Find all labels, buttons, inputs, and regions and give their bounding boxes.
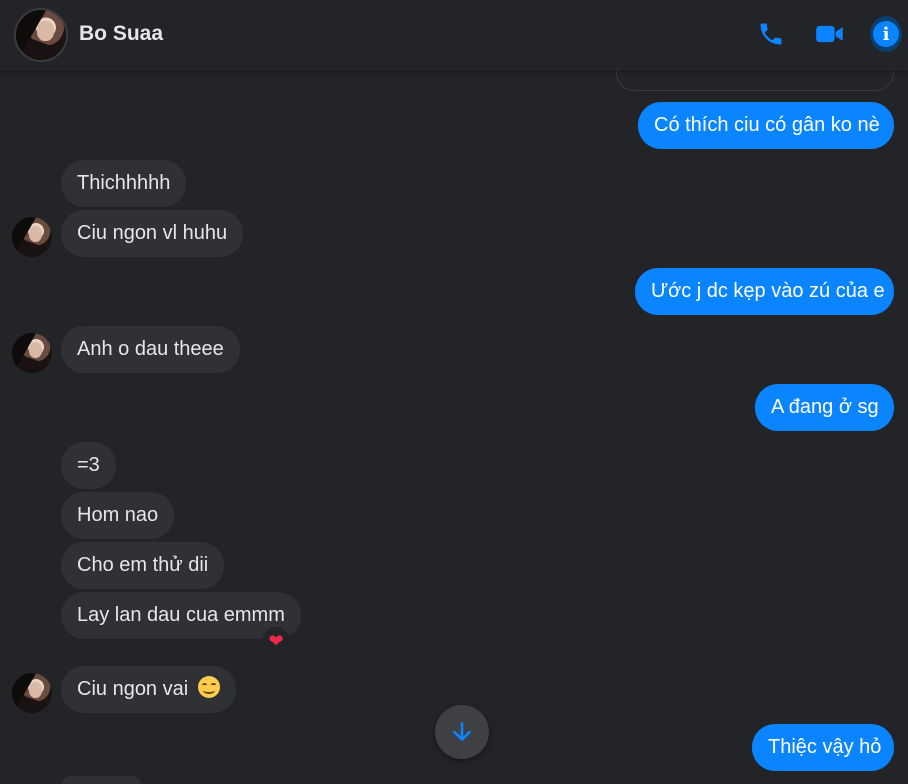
heart-reaction-icon[interactable]: ❤ [262, 627, 290, 655]
contact-avatar-small[interactable] [12, 217, 52, 257]
phone-icon[interactable] [755, 16, 787, 52]
message-bubble-incoming[interactable]: Thichhhhh [61, 160, 187, 207]
smiling-face-icon [197, 676, 220, 698]
video-camera-icon[interactable] [814, 16, 846, 52]
info-icon[interactable]: i [870, 16, 902, 52]
contact-avatar-small[interactable] [12, 333, 52, 373]
message-bubble-outgoing[interactable]: Có thích ciu có gân ko nè [638, 102, 894, 149]
message-bubble-incoming[interactable]: =3 [61, 442, 116, 489]
scroll-to-bottom-button[interactable] [435, 705, 489, 759]
chat-header: Bo Suaa i [0, 0, 908, 70]
contact-avatar[interactable] [14, 8, 68, 62]
message-text: Ciu ngon vai [77, 678, 189, 700]
message-bubble-incoming[interactable]: Cho em thử dii [61, 542, 225, 589]
message-bubble-incoming[interactable]: Hom nao [61, 492, 175, 539]
message-bubble-outgoing[interactable]: Thiệc vậy hỏ [752, 724, 894, 771]
message-bubble-incoming[interactable]: Anh o dau theee [61, 326, 240, 373]
arrow-down-icon [453, 722, 471, 741]
next-message-stub [61, 776, 141, 784]
message-bubble-outgoing[interactable]: Ước j dc kẹp vào zú của e [635, 268, 894, 315]
message-bubble-incoming[interactable]: Ciu ngon vl huhu [61, 210, 244, 257]
contact-name[interactable]: Bo Suaa [79, 22, 163, 46]
message-bubble-outgoing[interactable]: A đang ở sg [755, 384, 894, 431]
contact-avatar-small[interactable] [12, 673, 52, 713]
message-bubble-incoming[interactable]: Ciu ngon vai [61, 666, 236, 713]
